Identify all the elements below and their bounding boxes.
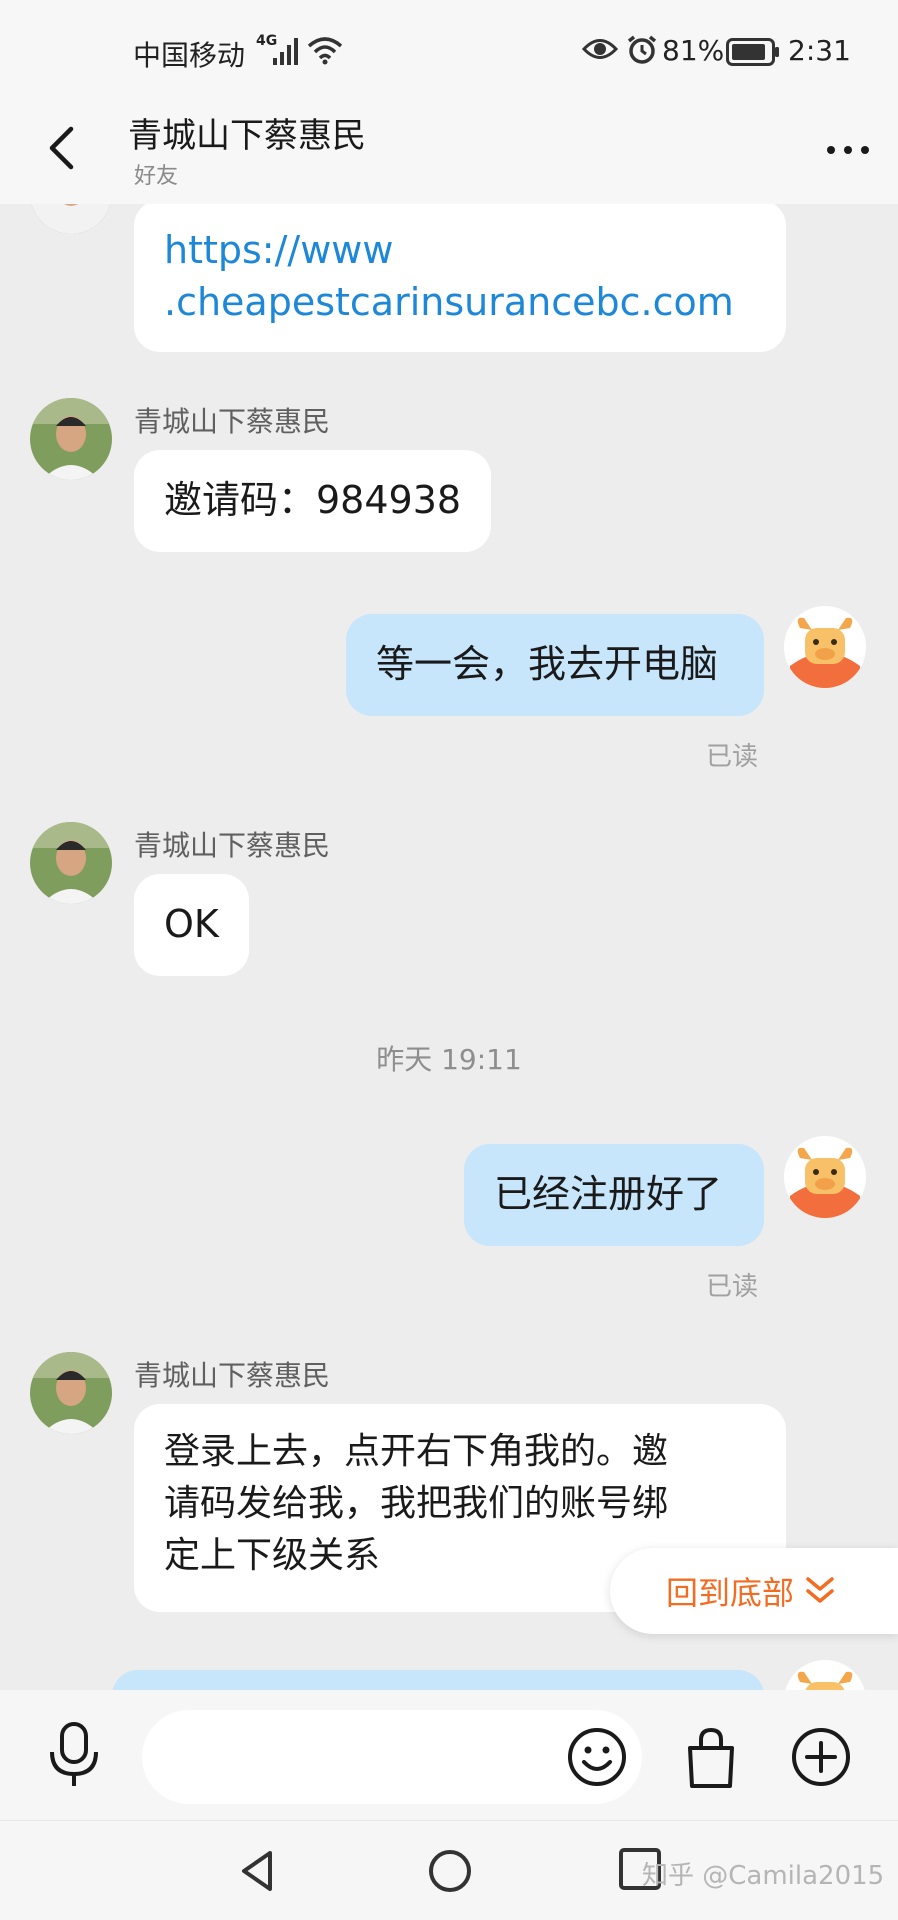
message-bubble[interactable]: 邀请码：984938	[134, 450, 492, 552]
message-link[interactable]: https://www	[164, 224, 756, 276]
message-bubble[interactable]	[112, 1670, 764, 1690]
chevron-left-icon	[49, 126, 74, 170]
message-text: 等一会，我去开电脑	[376, 642, 719, 686]
alarm-icon	[627, 35, 657, 64]
more-button[interactable]	[820, 130, 876, 170]
contact-avatar[interactable]	[30, 204, 112, 234]
contact-avatar[interactable]	[30, 1352, 112, 1434]
message-list[interactable]: https://www .cheapestcarinsurancebc.com …	[0, 204, 898, 1690]
chat-title[interactable]: 青城山下蔡惠民	[128, 108, 366, 157]
back-button[interactable]	[36, 116, 86, 180]
message-bubble[interactable]: 已经注册好了	[464, 1144, 764, 1246]
microphone-icon[interactable]	[46, 1720, 102, 1790]
back-to-bottom-label: 回到底部	[666, 1574, 795, 1612]
sender-name: 青城山下蔡惠民	[134, 1359, 331, 1392]
system-nav-bar: 知乎 @Camila2015	[0, 1820, 898, 1920]
message-bubble[interactable]: https://www .cheapestcarinsurancebc.com	[134, 204, 786, 352]
my-avatar[interactable]	[784, 1660, 866, 1690]
carrier-name: 中国移动	[133, 39, 246, 72]
sender-name: 青城山下蔡惠民	[134, 405, 331, 438]
read-status: 已读	[706, 1272, 759, 1302]
watermark: 知乎 @Camila2015	[642, 1861, 885, 1891]
message-text: 已经注册好了	[494, 1172, 723, 1216]
chat-subtitle: 好友	[134, 164, 179, 189]
message-text-line: 登录上去，点开右下角我的。邀	[164, 1431, 669, 1472]
back-to-bottom-button[interactable]: 回到底部	[610, 1548, 898, 1634]
contact-avatar[interactable]	[30, 398, 112, 480]
message-bubble[interactable]: 等一会，我去开电脑	[346, 614, 764, 716]
status-bar: 中国移动 4G 81% 2:31	[0, 0, 898, 96]
my-avatar[interactable]	[784, 1136, 866, 1218]
clock: 2:31	[788, 34, 851, 67]
message-text: 邀请码：984938	[164, 478, 462, 522]
message-text-line: 请码发给我，我把我们的账号绑	[164, 1483, 669, 1524]
contact-avatar[interactable]	[30, 822, 112, 904]
my-avatar[interactable]	[784, 606, 866, 688]
message-bubble[interactable]: OK	[134, 874, 249, 976]
message-link[interactable]: .cheapestcarinsurancebc.com	[164, 276, 756, 328]
input-bar	[0, 1690, 898, 1820]
message-text: OK	[164, 902, 219, 946]
eye-comfort-icon	[582, 39, 618, 59]
battery-icon	[726, 38, 779, 66]
read-status: 已读	[706, 742, 759, 772]
signal-icon	[273, 38, 298, 65]
wifi-icon	[307, 37, 343, 65]
shopping-bag-icon[interactable]	[684, 1726, 738, 1790]
plus-icon[interactable]	[790, 1726, 852, 1788]
nav-back-icon[interactable]	[234, 1847, 282, 1895]
sender-name: 青城山下蔡惠民	[134, 829, 331, 862]
emoji-icon[interactable]	[566, 1726, 628, 1788]
chat-header: 青城山下蔡惠民 好友	[0, 96, 898, 204]
double-chevron-down-icon	[806, 1577, 834, 1603]
battery-percent: 81%	[662, 34, 725, 67]
nav-home-icon[interactable]	[426, 1847, 474, 1895]
more-dots-icon	[827, 146, 869, 154]
timestamp: 昨天 19:11	[376, 1043, 522, 1076]
